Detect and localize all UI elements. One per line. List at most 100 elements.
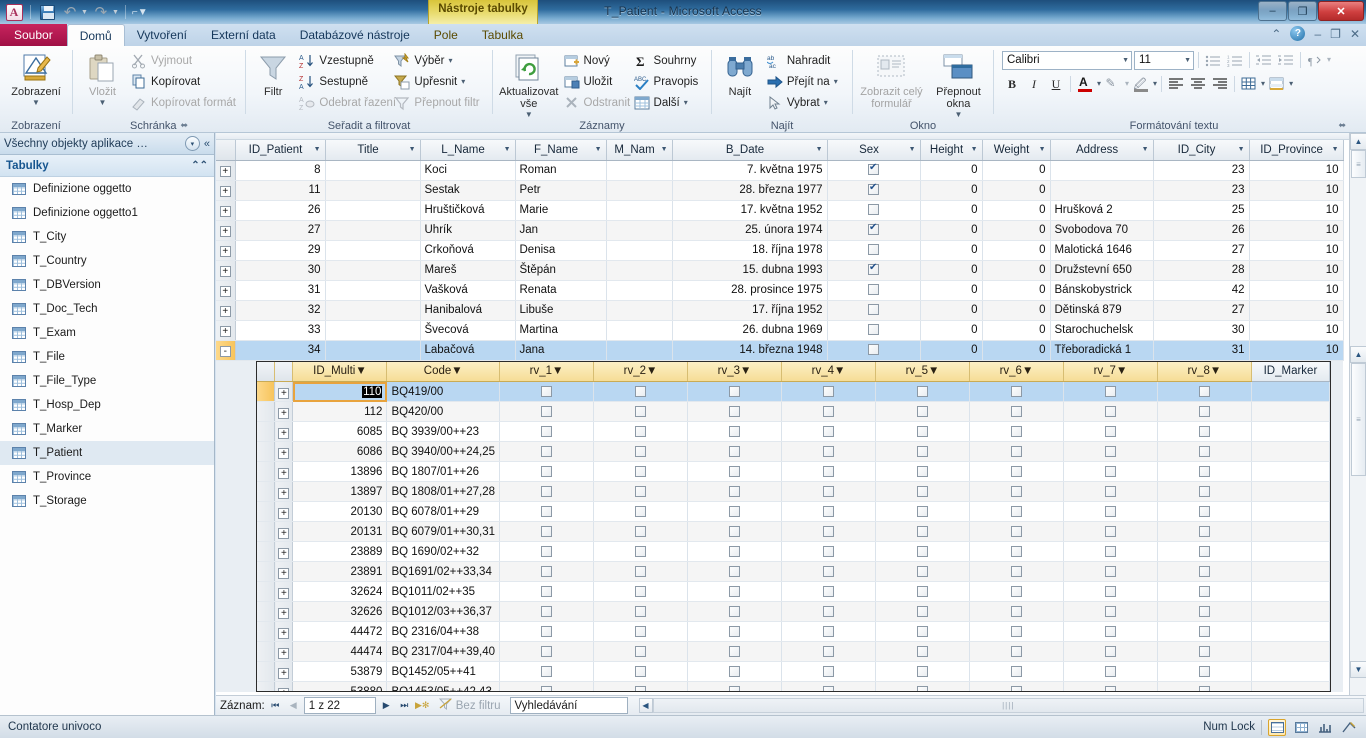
checkbox-rv_5[interactable] (916, 605, 928, 617)
chevron-down-icon[interactable]: ▼ (409, 146, 416, 153)
expand-icon[interactable]: + (219, 286, 231, 297)
sub-column-header-id_marker[interactable]: ID_Marker (1251, 361, 1330, 382)
sub-cell-rv_4[interactable] (781, 461, 876, 482)
increase-indent-button[interactable] (1276, 50, 1296, 70)
sub-cell-rv_6[interactable] (969, 441, 1064, 462)
checkbox-rv_7[interactable] (1104, 445, 1116, 457)
sub-cell-rv_1[interactable] (499, 561, 595, 582)
selection-filter-button[interactable]: Výběr ▾ (390, 51, 487, 71)
table-cell-id_province[interactable]: 10 (1249, 320, 1344, 341)
checkbox-rv_8[interactable] (1198, 605, 1210, 617)
table-row[interactable]: - 34 Labačová Jana 14. března 1948 0 0 Třeborad… (216, 340, 1344, 361)
sidebar-item-t-doc-tech[interactable]: T_Doc_Tech (0, 297, 214, 321)
sub-cell-rv_5[interactable] (875, 581, 970, 602)
tab-pole[interactable]: Pole (422, 24, 470, 46)
checkbox-rv_7[interactable] (1104, 625, 1116, 637)
sub-cell-code[interactable]: BQ1012/03++36,37 (386, 601, 501, 622)
previous-record-button[interactable]: ◀ (286, 698, 301, 713)
sub-cell-rv_6[interactable] (969, 481, 1064, 502)
checkbox-rv_4[interactable] (822, 445, 834, 457)
table-cell-title[interactable] (325, 260, 421, 281)
bold-button[interactable]: B (1002, 74, 1022, 94)
align-right-button[interactable] (1210, 74, 1230, 94)
checkbox-rv_2[interactable] (635, 425, 647, 437)
sub-cell-rv_6[interactable] (969, 381, 1064, 402)
expand-icon[interactable]: + (219, 306, 231, 317)
copy-button[interactable]: Kopírovat (127, 72, 240, 92)
sub-row-selector[interactable] (257, 441, 276, 462)
subdatasheet-data-row[interactable]: +53879 BQ1452/05++41 (257, 661, 1330, 682)
sub-cell-rv_8[interactable] (1157, 641, 1252, 662)
sub-cell-id_marker[interactable] (1251, 461, 1330, 482)
sidebar-item-t-country[interactable]: T_Country (0, 249, 214, 273)
chevron-down-icon[interactable]: ▾ (1289, 80, 1293, 88)
checkbox-rv_1[interactable] (541, 445, 553, 457)
table-cell-f_name[interactable]: Renata (515, 280, 607, 301)
table-cell-title[interactable] (325, 300, 421, 321)
table-cell-height[interactable]: 0 (920, 300, 983, 321)
chevron-down-icon[interactable]: ▼ (314, 146, 321, 153)
sub-cell-id_marker[interactable] (1251, 381, 1330, 402)
checkbox-rv_1[interactable] (541, 465, 553, 477)
table-cell-id_city[interactable]: 26 (1153, 220, 1250, 241)
subdatasheet-data-row[interactable]: +23891 BQ1691/02++33,34 (257, 561, 1330, 582)
expand-icon[interactable]: + (219, 326, 231, 337)
sub-cell-id_multi[interactable]: 110 (292, 381, 388, 402)
table-cell-id_province[interactable]: 10 (1249, 160, 1344, 181)
expand-icon[interactable]: + (219, 206, 231, 217)
checkbox-rv_6[interactable] (1010, 485, 1022, 497)
table-cell-weight[interactable]: 0 (982, 200, 1051, 221)
sub-cell-id_multi[interactable]: 44474 (292, 641, 388, 662)
horizontal-scrollbar[interactable]: ◀ |||| (638, 698, 1364, 714)
checkbox-rv_3[interactable] (729, 525, 740, 537)
sub-cell-code[interactable]: BQ419/00 (386, 381, 501, 402)
subdatasheet-data-row[interactable]: +23889 BQ 1690/02++32 (257, 541, 1330, 562)
row-expander-cell[interactable]: + (216, 280, 236, 301)
doc-restore-icon[interactable]: ❐ (1330, 27, 1341, 41)
sub-cell-rv_1[interactable] (499, 681, 595, 691)
checkbox-rv_1[interactable] (541, 405, 553, 417)
new-record-button[interactable]: Nový (560, 51, 630, 71)
sub-cell-rv_7[interactable] (1063, 661, 1158, 682)
advanced-filter-button[interactable]: Upřesnit ▾ (390, 72, 487, 92)
sub-cell-rv_2[interactable] (593, 561, 689, 582)
table-cell-m_nam[interactable] (606, 160, 673, 181)
sub-cell-rv_7[interactable] (1063, 421, 1158, 442)
table-row[interactable]: +29 Crkoňová Denisa 18. října 1978 0 0 Malotic… (216, 240, 1344, 261)
table-cell-sex[interactable] (827, 160, 921, 181)
chevron-down-icon[interactable]: ▼ (1039, 146, 1046, 153)
sub-cell-code[interactable]: BQ 3940/00++24,25 (386, 441, 501, 462)
subdatasheet-data-row[interactable]: +44472 BQ 2316/04++38 (257, 621, 1330, 642)
checkbox-rv_6[interactable] (1010, 505, 1022, 517)
sub-cell-code[interactable]: BQ1453/05++42,43 (386, 681, 501, 691)
select-all-header[interactable] (216, 140, 236, 161)
table-row[interactable]: +27 Uhrík Jan 25. února 1974 0 0 Svobodova 70 2… (216, 220, 1344, 241)
table-cell-title[interactable] (325, 220, 421, 241)
navigation-pane-header[interactable]: Všechny objekty aplikace … ▾ « (0, 133, 214, 155)
checkbox-rv_3[interactable] (729, 625, 740, 637)
sub-cell-rv_2[interactable] (593, 601, 689, 622)
checkbox-rv_3[interactable] (729, 445, 740, 457)
sub-cell-rv_7[interactable] (1063, 561, 1158, 582)
sub-cell-id_marker[interactable] (1251, 581, 1330, 602)
pivotchart-view-button[interactable] (1316, 719, 1334, 736)
table-cell-id_patient[interactable]: 31 (235, 280, 326, 301)
sub-column-header-id_multi[interactable]: ID_Multi▼ (292, 361, 388, 382)
checkbox-rv_8[interactable] (1198, 665, 1210, 677)
sub-cell-code[interactable]: BQ1452/05++41 (386, 661, 501, 682)
checkbox-rv_5[interactable] (916, 565, 928, 577)
sub-cell-rv_8[interactable] (1157, 381, 1252, 402)
sub-cell-rv_7[interactable] (1063, 441, 1158, 462)
sub-cell-rv_2[interactable] (593, 521, 689, 542)
sub-cell-rv_5[interactable] (875, 401, 970, 422)
expand-icon[interactable]: + (219, 166, 231, 177)
table-cell-id_patient[interactable]: 30 (235, 260, 326, 281)
sub-cell-rv_4[interactable] (781, 641, 876, 662)
checkbox-rv_1[interactable] (541, 485, 553, 497)
sub-row-expander-cell[interactable]: + (274, 421, 294, 442)
row-expander-cell[interactable]: + (216, 180, 236, 201)
expand-icon[interactable]: + (278, 687, 290, 691)
highlight-button[interactable] (1103, 74, 1123, 94)
table-row[interactable]: +30 Mareš Štěpán 15. dubna 1993 0 0 Družstevní… (216, 260, 1344, 281)
sub-cell-rv_6[interactable] (969, 561, 1064, 582)
